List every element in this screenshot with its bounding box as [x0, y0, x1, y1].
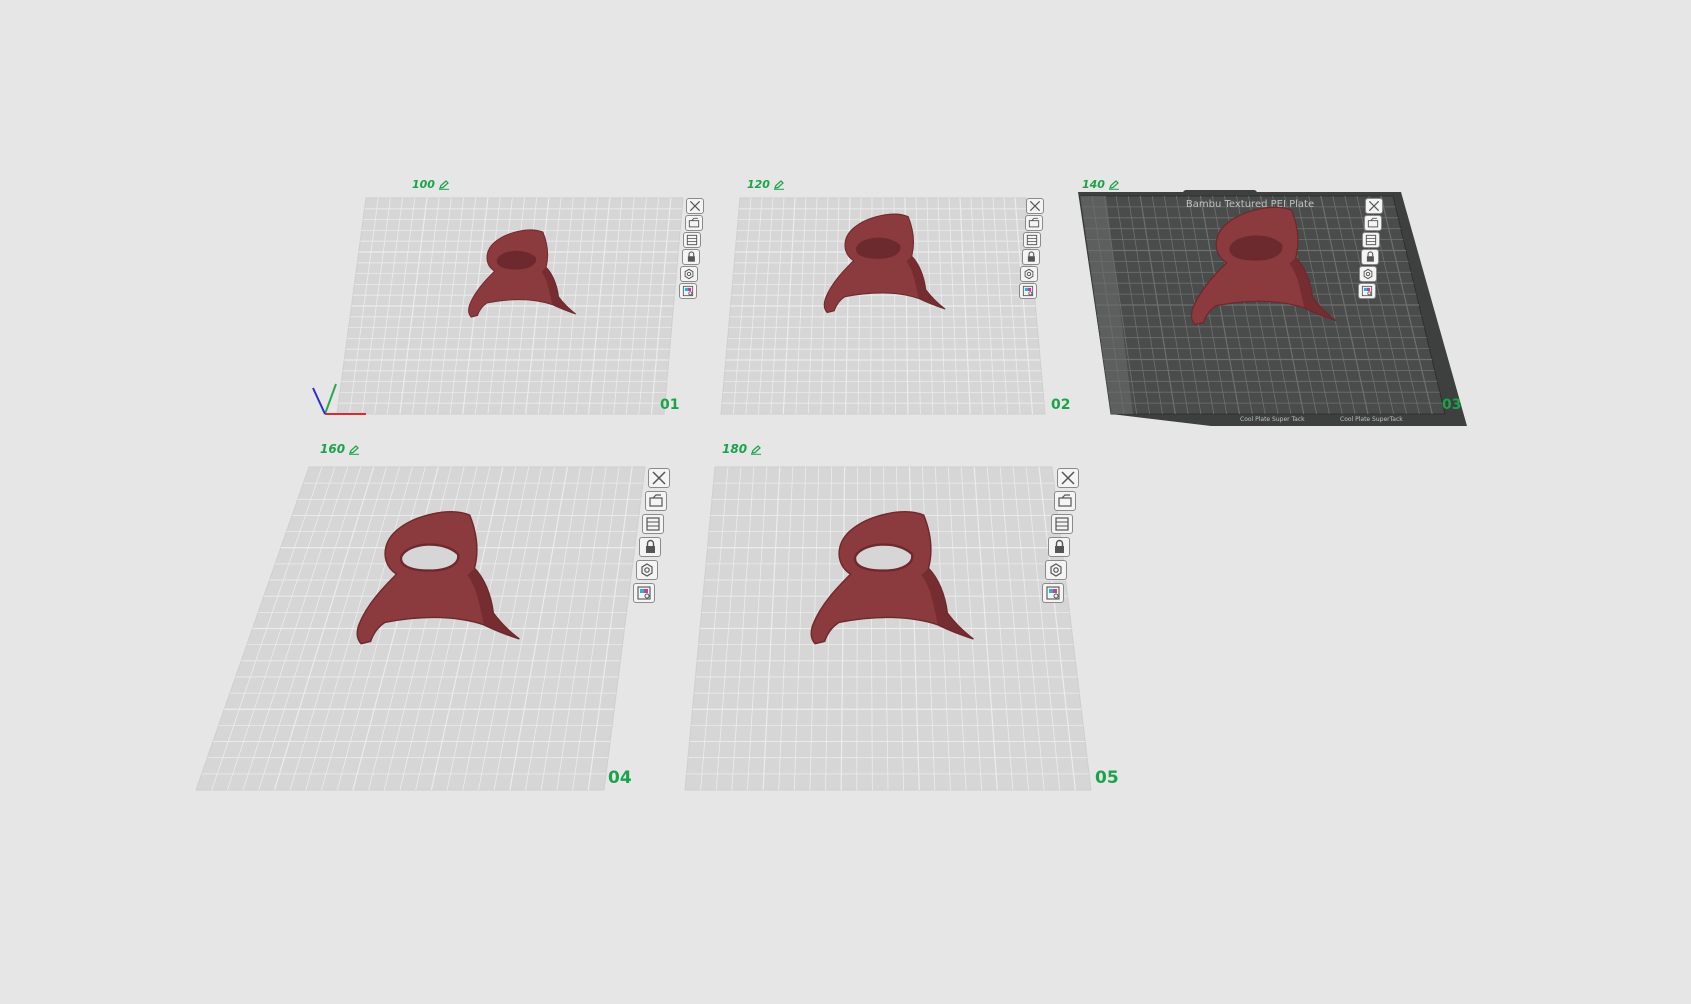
build-plate-04[interactable] [195, 466, 646, 791]
plate-filament-icon[interactable] [1042, 583, 1064, 603]
close-plate-icon[interactable] [1057, 468, 1079, 488]
plate-name-text: 140 [1082, 178, 1105, 191]
plate-settings-icon[interactable] [1045, 560, 1067, 580]
orient-plate-icon[interactable] [642, 514, 664, 534]
3d-build-plate-view[interactable]: Bambu Textured PEI Plate Cool Plate Super… [0, 0, 1691, 1000]
plate-name-text: 100 [412, 178, 435, 191]
plate-toolbar [633, 468, 670, 603]
lock-plate-icon[interactable] [1048, 537, 1070, 557]
build-plate-03[interactable]: Bambu Textured PEI Plate Cool Plate Super… [1078, 190, 1467, 426]
close-plate-icon[interactable] [1365, 198, 1383, 214]
plate-number-label: 02 [1051, 397, 1071, 413]
plate-name-label[interactable]: 160 [320, 442, 360, 456]
pencil-icon[interactable] [750, 444, 762, 455]
arrange-plate-icon[interactable] [1054, 491, 1076, 511]
plate-toolbar [1042, 468, 1079, 603]
plate-filament-icon[interactable] [1018, 283, 1037, 299]
lock-plate-icon[interactable] [1021, 249, 1040, 265]
orient-plate-icon[interactable] [1362, 232, 1380, 248]
plate-number-label: 04 [608, 768, 632, 788]
plate-type-bottom-left: Cool Plate Super Tack [1240, 416, 1305, 423]
plate-number-label: 01 [660, 397, 680, 413]
plate-toolbar [1018, 198, 1044, 299]
orient-plate-icon[interactable] [1051, 514, 1073, 534]
pencil-icon[interactable] [438, 179, 450, 190]
lock-plate-icon[interactable] [639, 537, 661, 557]
plate-number-label: 05 [1095, 768, 1119, 788]
plate-settings-icon[interactable] [1359, 266, 1377, 282]
close-plate-icon[interactable] [1026, 198, 1044, 214]
pencil-icon[interactable] [1108, 179, 1120, 190]
plate-name-label[interactable]: 100 [412, 178, 450, 191]
plate-type-bottom-right: Cool Plate SuperTack [1340, 416, 1403, 423]
plate-name-text: 120 [747, 178, 770, 191]
plate-number-label: 03 [1442, 397, 1462, 413]
arrange-plate-icon[interactable] [1363, 215, 1382, 231]
plate-settings-icon[interactable] [680, 266, 698, 282]
plate-name-label[interactable]: 180 [722, 442, 762, 456]
plate-name-text: 160 [320, 442, 346, 456]
plate-filament-icon[interactable] [678, 283, 697, 299]
build-plate-02[interactable] [720, 197, 1046, 415]
close-plate-icon[interactable] [648, 468, 670, 488]
plate-filament-icon[interactable] [633, 583, 655, 603]
plate-type-top: Bambu Textured PEI Plate [1186, 199, 1314, 210]
plate-toolbar [678, 198, 704, 299]
plate-settings-icon[interactable] [636, 560, 658, 580]
plate-settings-icon[interactable] [1020, 266, 1038, 282]
build-plate-05[interactable] [684, 466, 1092, 791]
orient-plate-icon[interactable] [683, 232, 701, 248]
build-plate-01[interactable] [336, 197, 684, 415]
close-plate-icon[interactable] [686, 198, 704, 214]
arrange-plate-icon[interactable] [1024, 215, 1043, 231]
plate-name-label[interactable]: 140 [1082, 178, 1120, 191]
plate-name-label[interactable]: 120 [747, 178, 785, 191]
lock-plate-icon[interactable] [681, 249, 700, 265]
plate-filament-icon[interactable] [1357, 283, 1376, 299]
scene-canvas[interactable]: Bambu Textured PEI Plate Cool Plate Super… [0, 0, 1691, 1000]
pencil-icon[interactable] [773, 179, 785, 190]
plate-name-text: 180 [722, 442, 748, 456]
plate-toolbar [1357, 198, 1383, 299]
arrange-plate-icon[interactable] [684, 215, 703, 231]
orient-plate-icon[interactable] [1023, 232, 1041, 248]
arrange-plate-icon[interactable] [645, 491, 667, 511]
lock-plate-icon[interactable] [1360, 249, 1379, 265]
pencil-icon[interactable] [348, 444, 360, 455]
